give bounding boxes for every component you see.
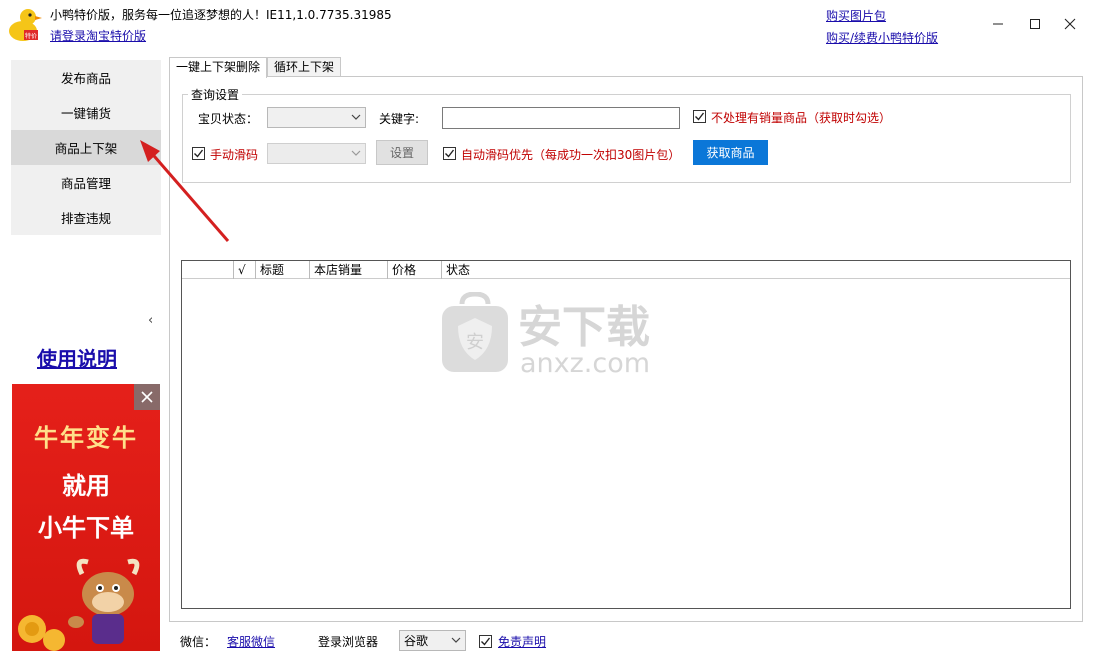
item-status-select[interactable] [267,107,366,128]
table-header: √ 标题 本店销量 价格 状态 [182,261,1070,279]
ad-headline: 牛年变牛 [34,424,138,452]
sidebar-item-label: 商品上下架 [54,141,118,156]
tab-cyclic-shelf[interactable]: 循环上下架 [267,57,342,77]
fetch-products-button[interactable]: 获取商品 [693,140,768,165]
bull-mascot-icon [18,558,140,651]
column-header-status[interactable]: 状态 [442,261,502,279]
login-browser-value: 谷歌 [404,634,429,648]
sidebar-item-label: 一键铺货 [60,106,111,121]
sidebar-item-one-click-listing[interactable]: 一键铺货 [11,95,161,130]
app-title: 小鸭特价版，服务每一位追逐梦想的人！IE11,1.0.7735.31985 [50,8,392,22]
ad-close-button[interactable] [134,384,160,410]
collapse-sidebar-icon[interactable]: ‹ [148,313,153,328]
buy-renew-link[interactable]: 购买/续费小鸭特价版 [826,29,938,46]
tab-label: 一键上下架删除 [176,60,261,74]
sidebar-item-publish[interactable]: 发布商品 [11,60,161,95]
settings-button[interactable]: 设置 [376,140,428,165]
disclaimer-checkbox[interactable] [479,635,492,648]
column-header-sales[interactable]: 本店销量 [310,261,388,279]
maximize-button[interactable] [1021,12,1049,36]
login-link[interactable]: 请登录淘宝特价版 [50,27,146,44]
ad-line-2: 就用 [62,472,110,500]
duck-logo-icon: 特价 [9,9,42,41]
skip-sold-label: 不处理有销量商品（获取时勾选） [711,111,892,125]
watermark-shield-glyph: 安 [466,332,484,353]
sidebar-item-label: 商品管理 [60,176,111,191]
sidebar-item-violation-check[interactable]: 排查违规 [11,200,161,235]
customer-service-wechat-link[interactable]: 客服微信 [227,633,275,650]
maximize-icon [1030,19,1040,29]
column-header-title[interactable]: 标题 [256,261,310,279]
disclaimer-link[interactable]: 免责声明 [498,633,546,650]
watermark-text-en: anxz.com [520,348,650,377]
sidebar: 发布商品 一键铺货 商品上下架 商品管理 排查违规 [11,60,161,235]
tab-one-click-shelf[interactable]: 一键上下架删除 [169,57,268,78]
manual-slide-label: 手动滑码 [210,148,259,162]
login-browser-label: 登录浏览器 [318,635,379,649]
manual-slide-checkbox[interactable] [192,147,205,160]
auto-slide-label: 自动滑码优先（每成功一次扣30图片包） [461,148,681,162]
auto-slide-checkbox[interactable] [443,147,456,160]
ad-line-3: 小牛下单 [38,514,134,542]
checkmark-icon [695,112,705,121]
sidebar-item-product-management[interactable]: 商品管理 [11,165,161,200]
watermark-shield-icon: 安 安下载 anxz.com [442,292,650,377]
close-icon [1064,18,1076,30]
svg-text:特价: 特价 [25,32,37,40]
title-bar: 特价 小鸭特价版，服务每一位追逐梦想的人！IE11,1.0.7735.31985… [0,0,1100,52]
column-header-select[interactable]: √ [234,261,256,279]
column-header-index[interactable] [182,261,234,279]
query-settings-title: 查询设置 [188,86,243,103]
user-manual-link[interactable]: 使用说明 [37,343,117,372]
minimize-icon [993,23,1003,25]
chevron-down-icon [451,637,461,643]
column-header-price[interactable]: 价格 [388,261,442,279]
checkmark-icon [445,149,455,158]
chevron-down-icon [351,114,361,120]
tab-label: 循环上下架 [274,60,335,74]
checkmark-icon [481,637,491,646]
login-browser-select[interactable]: 谷歌 [399,630,466,651]
chevron-down-icon [351,150,361,156]
minimize-button[interactable] [984,12,1012,36]
wechat-label: 微信： [180,635,217,649]
skip-sold-checkbox[interactable] [693,110,706,123]
item-status-label: 宝贝状态： [198,112,259,126]
buy-picture-pack-link[interactable]: 购买图片包 [826,7,886,24]
close-button[interactable] [1056,12,1084,36]
checkmark-icon [194,149,204,158]
sidebar-item-label: 发布商品 [60,71,111,86]
watermark-text-cn: 安下载 [518,302,650,353]
advertisement-banner[interactable]: 牛年变牛 就用 小牛下单 [12,384,160,651]
keyword-label: 关键字: [379,112,420,126]
sidebar-item-shelf[interactable]: 商品上下架 [11,130,161,165]
close-icon [141,391,153,403]
keyword-input[interactable] [442,107,680,129]
manual-slide-select[interactable] [267,143,366,164]
sidebar-item-label: 排查违规 [60,211,111,226]
